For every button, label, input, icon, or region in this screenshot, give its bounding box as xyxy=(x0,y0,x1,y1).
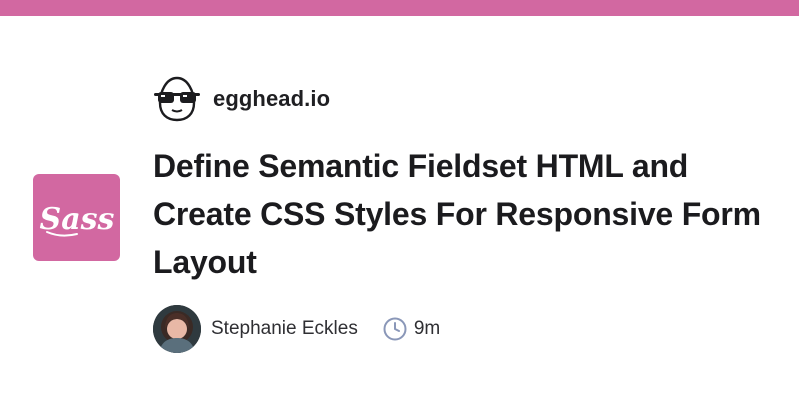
sass-logo-icon: Sass xyxy=(33,174,120,261)
top-accent-bar xyxy=(0,0,799,16)
author-name[interactable]: Stephanie Eckles xyxy=(211,318,358,340)
brand-name: egghead.io xyxy=(213,86,331,111)
clock-icon xyxy=(383,317,407,341)
egghead-logo-icon xyxy=(154,76,200,122)
duration-text: 9m xyxy=(413,318,441,339)
brand[interactable]: egghead.io xyxy=(153,76,330,122)
sass-logo-text: Sass xyxy=(39,202,114,237)
lesson-meta: Stephanie Eckles 9m xyxy=(153,305,440,353)
author-avatar[interactable] xyxy=(153,305,201,353)
lesson-title[interactable]: Define Semantic Fieldset HTML and Create… xyxy=(153,142,785,286)
duration: 9m xyxy=(382,316,440,342)
